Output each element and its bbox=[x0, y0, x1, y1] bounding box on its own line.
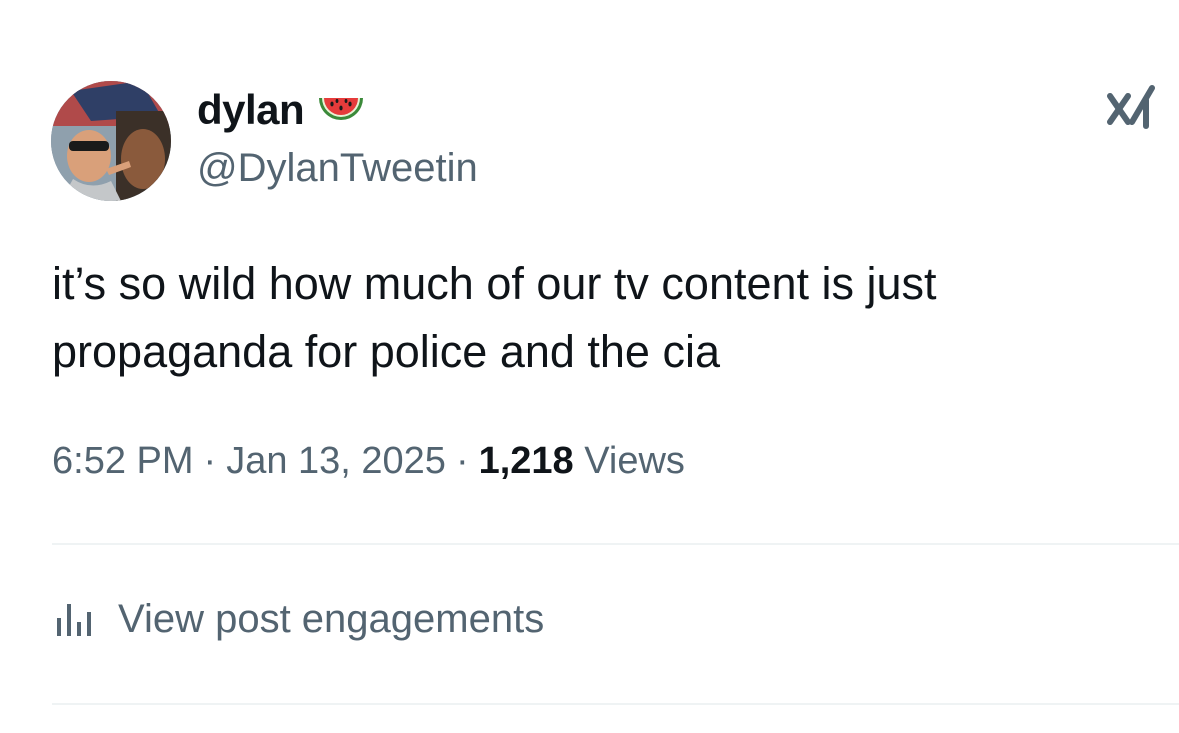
meta-separator: · bbox=[455, 440, 469, 482]
divider bbox=[52, 543, 1179, 545]
tweet-text: it’s so wild how much of our tv content … bbox=[52, 258, 937, 377]
user-handle[interactable]: @DylanTweetin bbox=[197, 146, 478, 191]
views-label: Views bbox=[584, 440, 685, 482]
meta-separator: · bbox=[203, 440, 217, 482]
avatar[interactable] bbox=[51, 81, 171, 201]
divider bbox=[52, 703, 1179, 705]
view-engagements-button[interactable]: View post engagements bbox=[52, 596, 544, 642]
analytics-bar-icon bbox=[52, 596, 98, 642]
name-row: dylan bbox=[197, 84, 478, 136]
display-name[interactable]: dylan bbox=[197, 86, 305, 134]
grok-icon[interactable] bbox=[1106, 82, 1158, 134]
tweet-meta: 6:52 PM · Jan 13, 2025 · 1,218 Views bbox=[52, 440, 685, 483]
engagements-label: View post engagements bbox=[118, 596, 545, 641]
watermelon-icon bbox=[316, 90, 366, 130]
tweet-card: dylan @DylanTweetin it’s so wild how muc… bbox=[0, 0, 1179, 733]
user-info: dylan @DylanTweetin bbox=[197, 84, 478, 191]
post-time[interactable]: 6:52 PM bbox=[52, 440, 194, 482]
views-count: 1,218 bbox=[478, 440, 574, 482]
post-date[interactable]: Jan 13, 2025 bbox=[226, 440, 446, 482]
